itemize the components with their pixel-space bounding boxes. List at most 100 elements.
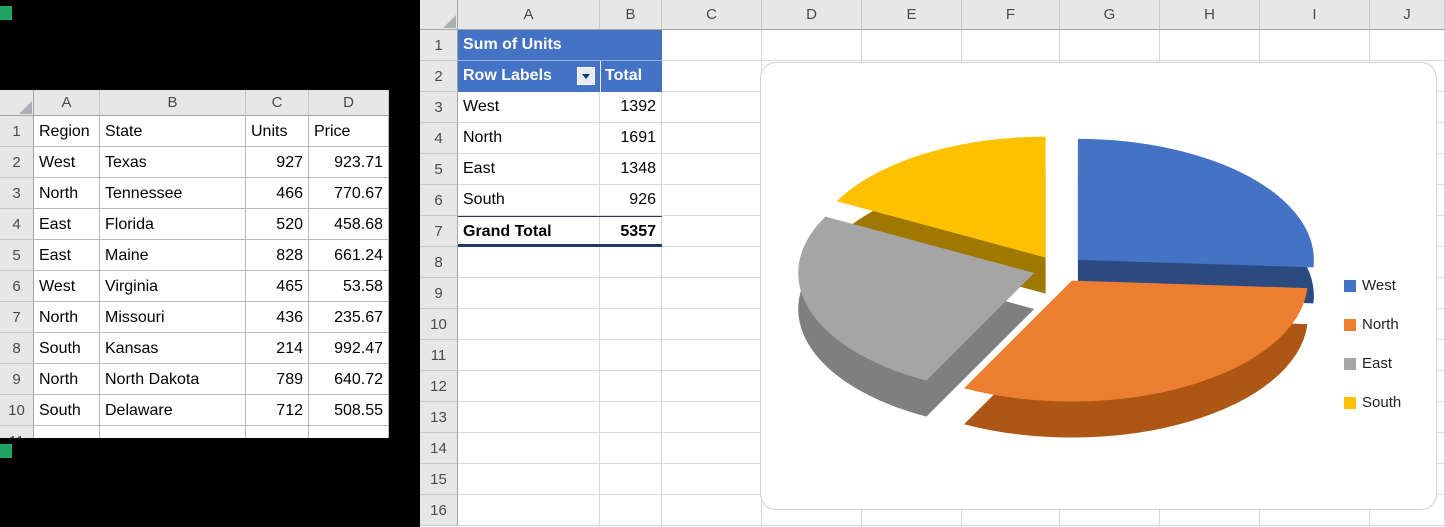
column-header-D[interactable]: D: [309, 90, 389, 116]
row-header-4[interactable]: 4: [420, 123, 458, 154]
cell-C3[interactable]: [662, 92, 762, 123]
row-header-8[interactable]: 8: [0, 333, 34, 364]
row-header-1[interactable]: 1: [0, 116, 34, 147]
cell-C7[interactable]: 436: [246, 302, 309, 333]
cell-C2[interactable]: [662, 61, 762, 92]
cell-B11[interactable]: [600, 340, 662, 371]
cell-F1[interactable]: [962, 30, 1060, 61]
cell-B10[interactable]: Delaware: [100, 395, 246, 426]
row-header-8[interactable]: 8: [420, 247, 458, 278]
column-header-J[interactable]: J: [1370, 0, 1445, 30]
row-header-3[interactable]: 3: [420, 92, 458, 123]
pivot-total-header-cell[interactable]: Total: [600, 61, 662, 92]
cell-B14[interactable]: [600, 433, 662, 464]
cell-C11[interactable]: [662, 340, 762, 371]
cell-C9[interactable]: [662, 278, 762, 309]
pivot-title-cell[interactable]: Sum of Units: [458, 30, 662, 60]
cell-B16[interactable]: [600, 495, 662, 526]
row-header-3[interactable]: 3: [0, 178, 34, 209]
column-header-H[interactable]: H: [1160, 0, 1260, 30]
cell-C6[interactable]: 465: [246, 271, 309, 302]
column-header-B[interactable]: B: [600, 0, 662, 30]
row-header-7[interactable]: 7: [0, 302, 34, 333]
column-header-C[interactable]: C: [662, 0, 762, 30]
cell-C4[interactable]: 520: [246, 209, 309, 240]
cell-A3[interactable]: North: [34, 178, 100, 209]
cell-A4[interactable]: East: [34, 209, 100, 240]
cell-C13[interactable]: [662, 402, 762, 433]
grand-total-value-cell[interactable]: 5357: [600, 217, 662, 244]
cell-A9[interactable]: North: [34, 364, 100, 395]
row-header-5[interactable]: 5: [420, 154, 458, 185]
row-header-1[interactable]: 1: [420, 30, 458, 61]
row-header-6[interactable]: 6: [0, 271, 34, 302]
cell-D2[interactable]: 923.71: [309, 147, 389, 178]
pivot-row-labels-cell[interactable]: Row Labels: [458, 61, 600, 92]
legend-item-north[interactable]: North: [1344, 316, 1401, 333]
row-header-13[interactable]: 13: [420, 402, 458, 433]
cell-A16[interactable]: [458, 495, 600, 526]
column-header-F[interactable]: F: [962, 0, 1060, 30]
row-header-9[interactable]: 9: [420, 278, 458, 309]
column-header-E[interactable]: E: [862, 0, 962, 30]
cell-A8[interactable]: [458, 247, 600, 278]
cell-C16[interactable]: [662, 495, 762, 526]
cell-B10[interactable]: [600, 309, 662, 340]
column-header-G[interactable]: G: [1060, 0, 1160, 30]
column-header-I[interactable]: I: [1260, 0, 1370, 30]
cell-B15[interactable]: [600, 464, 662, 495]
row-header-6[interactable]: 6: [420, 185, 458, 216]
cell-D1[interactable]: Price: [309, 116, 389, 147]
pie-chart[interactable]: WestNorthEastSouth: [760, 62, 1437, 510]
cell-A2[interactable]: West: [34, 147, 100, 178]
cell-C7[interactable]: [662, 216, 762, 247]
pivot-label-cell[interactable]: South: [458, 185, 600, 216]
cell-J1[interactable]: [1370, 30, 1445, 61]
pivot-value-cell[interactable]: 1348: [600, 154, 662, 185]
cell-B1[interactable]: State: [100, 116, 246, 147]
cell-C8[interactable]: [662, 247, 762, 278]
select-all-corner[interactable]: [0, 90, 34, 116]
column-header-D[interactable]: D: [762, 0, 862, 30]
column-header-C[interactable]: C: [246, 90, 309, 116]
cell-A15[interactable]: [458, 464, 600, 495]
cell-C15[interactable]: [662, 464, 762, 495]
cell-C10[interactable]: [662, 309, 762, 340]
cell-D6[interactable]: 53.58: [309, 271, 389, 302]
cell-A14[interactable]: [458, 433, 600, 464]
cell-B2[interactable]: Texas: [100, 147, 246, 178]
cell-C2[interactable]: 927: [246, 147, 309, 178]
column-header-A[interactable]: A: [34, 90, 100, 116]
cell-C10[interactable]: 712: [246, 395, 309, 426]
pivot-label-cell[interactable]: North: [458, 123, 600, 154]
cell-A13[interactable]: [458, 402, 600, 433]
cell-C5[interactable]: [662, 154, 762, 185]
pivot-value-cell[interactable]: 1392: [600, 92, 662, 123]
cell-A12[interactable]: [458, 371, 600, 402]
cell-A1[interactable]: Region: [34, 116, 100, 147]
cell-B5[interactable]: Maine: [100, 240, 246, 271]
cell-D10[interactable]: 508.55: [309, 395, 389, 426]
cell-B6[interactable]: Virginia: [100, 271, 246, 302]
row-header-14[interactable]: 14: [420, 433, 458, 464]
cell-C4[interactable]: [662, 123, 762, 154]
cell-D11[interactable]: [309, 426, 389, 438]
cell-C9[interactable]: 789: [246, 364, 309, 395]
cell-B4[interactable]: Florida: [100, 209, 246, 240]
cell-A10[interactable]: [458, 309, 600, 340]
cell-C1[interactable]: [662, 30, 762, 61]
pivot-label-cell[interactable]: West: [458, 92, 600, 123]
cell-G1[interactable]: [1060, 30, 1160, 61]
cell-B13[interactable]: [600, 402, 662, 433]
row-header-12[interactable]: 12: [420, 371, 458, 402]
cell-C12[interactable]: [662, 371, 762, 402]
row-header-11[interactable]: 11: [420, 340, 458, 371]
row-labels-filter-button[interactable]: [577, 67, 595, 85]
cell-A11[interactable]: [34, 426, 100, 438]
cell-I1[interactable]: [1260, 30, 1370, 61]
cell-B11[interactable]: [100, 426, 246, 438]
cell-A11[interactable]: [458, 340, 600, 371]
cell-B9[interactable]: North Dakota: [100, 364, 246, 395]
cell-C1[interactable]: Units: [246, 116, 309, 147]
row-header-10[interactable]: 10: [420, 309, 458, 340]
